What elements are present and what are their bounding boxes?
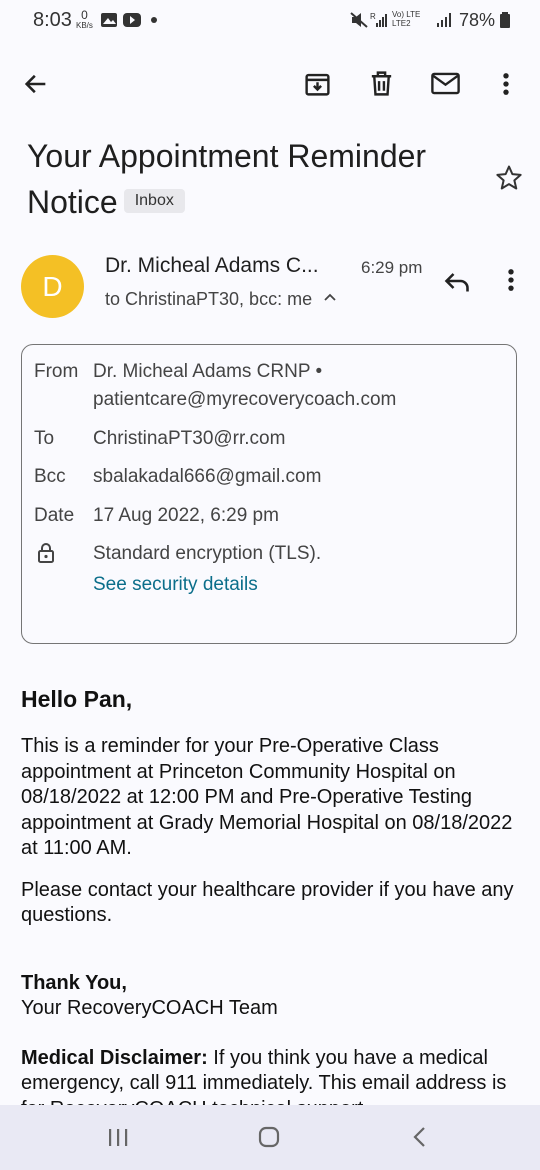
recipients-toggle[interactable]: to ChristinaPT30, bcc: me [105, 289, 337, 310]
mute-icon [350, 12, 368, 28]
reply-icon[interactable] [443, 268, 471, 294]
network-label: Vo) LTE LTE2 [392, 10, 421, 28]
status-bar: 8:03 0 KB/s R Vo) LTE LTE2 78% [0, 0, 540, 40]
email-subject: Your Appointment Reminder Notice Inbox [27, 138, 427, 220]
to-label: To [34, 428, 55, 449]
dot-icon [151, 17, 157, 23]
greeting: Hello Pan, [21, 686, 133, 712]
signal-icon [437, 13, 451, 27]
navigation-bar [0, 1105, 540, 1170]
sender-name[interactable]: Dr. Micheal Adams C... [105, 254, 319, 278]
star-icon[interactable] [494, 163, 524, 193]
more-options-icon[interactable] [503, 266, 519, 294]
gallery-icon [101, 13, 117, 27]
from-label: From [34, 361, 79, 382]
from-email[interactable]: patientcare@myrecoverycoach.com [93, 389, 396, 411]
archive-icon[interactable] [303, 69, 332, 98]
sender-avatar[interactable]: D [21, 255, 84, 318]
to-value[interactable]: ChristinaPT30@rr.com [93, 428, 285, 450]
data-rate: 0 KB/s [76, 8, 93, 30]
back-icon[interactable] [411, 1126, 429, 1148]
encryption-text: Standard encryption (TLS). [93, 543, 322, 564]
battery-level: 78% [459, 10, 510, 31]
mark-unread-icon[interactable] [430, 70, 461, 97]
home-icon[interactable] [257, 1125, 281, 1149]
signature: Your RecoveryCOACH Team [21, 997, 278, 1019]
delete-icon[interactable] [367, 69, 396, 98]
date-value: 17 Aug 2022, 6:29 pm [93, 505, 279, 526]
body-paragraph: Please contact your healthcare provider … [21, 878, 514, 927]
email-body: Hello Pan, This is a reminder for your P… [21, 684, 521, 1122]
status-time: 8:03 [33, 9, 72, 31]
lock-icon [38, 543, 54, 563]
back-arrow-icon[interactable] [22, 70, 50, 98]
sign-off: Thank You, [21, 971, 127, 994]
bcc-label: Bcc [34, 466, 66, 487]
bcc-value[interactable]: sbalakadal666@gmail.com [93, 466, 321, 488]
security-details-link[interactable]: See security details [93, 574, 258, 596]
battery-icon [500, 12, 510, 28]
signal-r-icon: R [370, 12, 387, 27]
from-name: Dr. Micheal Adams CRNP • [93, 361, 323, 382]
more-vert-icon[interactable] [497, 70, 515, 98]
body-paragraph: This is a reminder for your Pre-Operativ… [21, 735, 513, 859]
email-time: 6:29 pm [361, 258, 423, 277]
youtube-icon [123, 13, 141, 27]
chevron-up-icon[interactable] [323, 292, 337, 302]
recent-apps-icon[interactable] [107, 1127, 129, 1147]
inbox-label-badge[interactable]: Inbox [123, 188, 185, 213]
date-label: Date [34, 505, 75, 526]
svg-text:R: R [370, 12, 376, 21]
